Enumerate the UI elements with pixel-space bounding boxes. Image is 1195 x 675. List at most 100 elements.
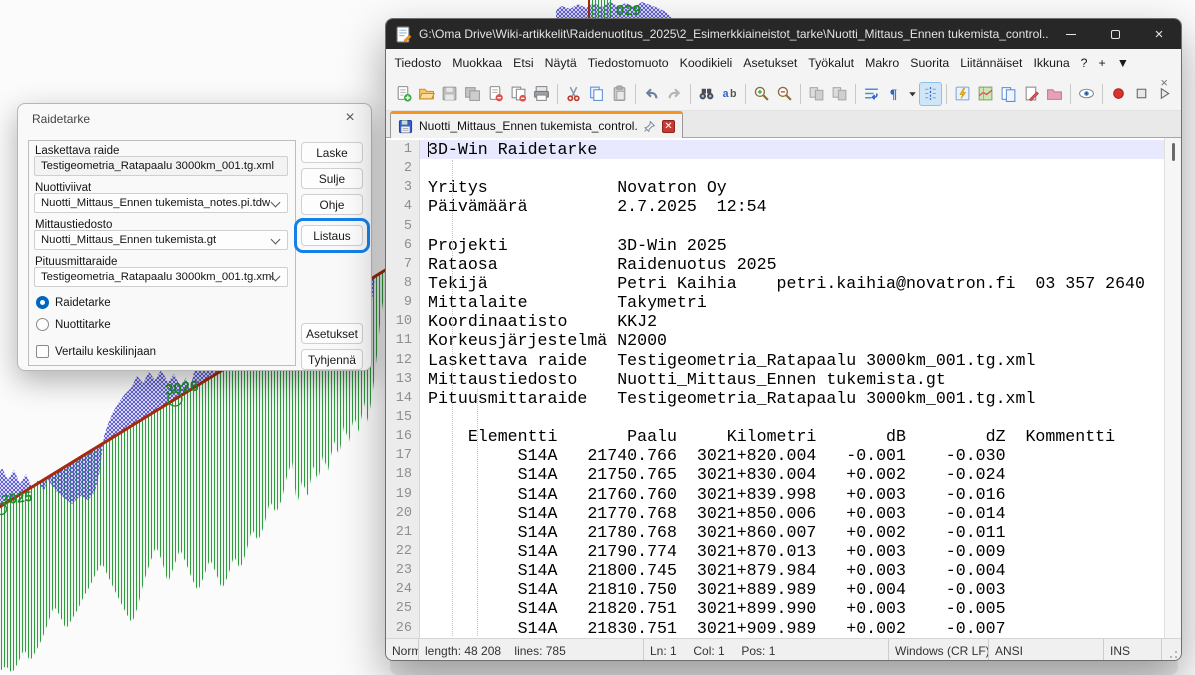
editor-line[interactable]: 8Tekijä Petri Kaihia petri.kaihia@novatr… — [386, 274, 1164, 293]
macro-stop-button[interactable] — [1130, 82, 1153, 106]
tab-nuotti-mittaus-control[interactable]: Nuotti_Mittaus_Ennen tukemista_control.t… — [390, 111, 683, 138]
editor-line[interactable]: 24 S14A 21810.750 3021+889.989 +0.004 -0… — [386, 580, 1164, 599]
folder-workspace-button[interactable] — [1043, 82, 1066, 106]
line-number: 25 — [386, 599, 420, 618]
editor-line[interactable]: 2 — [386, 159, 1164, 178]
editor-line[interactable]: 4Päivämäärä 2.7.2025 12:54 — [386, 197, 1164, 216]
editor-line[interactable]: 10Koordinaatisto KKJ2 — [386, 312, 1164, 331]
line-text — [420, 408, 1164, 427]
menu-item-+[interactable]: + — [1093, 52, 1111, 74]
editor-line[interactable]: 20 S14A 21770.768 3021+850.006 +0.003 -0… — [386, 504, 1164, 523]
doc-close-icon[interactable]: × — [1160, 75, 1168, 90]
pituusmittaraide-combo[interactable]: Testigeometria_Ratapaalu 3000km_001.tg.x… — [34, 267, 288, 287]
copy-button[interactable] — [585, 82, 608, 106]
show-symbols-button[interactable]: ¶ — [883, 82, 906, 106]
ohje-button[interactable]: Ohje — [301, 194, 363, 215]
title-bar[interactable]: G:\Oma Drive\Wiki-artikkelit\Raidenuotit… — [386, 19, 1181, 49]
zoom-out-button[interactable] — [773, 82, 796, 106]
sync-scroll-v-button — [805, 82, 828, 106]
menu-item-muokkaa[interactable]: Muokkaa — [447, 52, 508, 74]
document-list-button[interactable] — [997, 82, 1020, 106]
close-button[interactable]: × — [1137, 19, 1181, 49]
find-button[interactable] — [695, 82, 718, 106]
editor-line[interactable]: 22 S14A 21790.774 3021+870.013 +0.003 -0… — [386, 542, 1164, 561]
vertical-scrollbar[interactable] — [1164, 138, 1181, 638]
editor-line[interactable]: 11Korkeusjärjestelmä N2000 — [386, 331, 1164, 350]
menu-item-▼[interactable]: ▼ — [1111, 52, 1134, 74]
line-number: 6 — [386, 236, 420, 255]
macro-record-button[interactable] — [1107, 82, 1130, 106]
text-area[interactable]: 13D-Win Raidetarke23Yritys Novatron Oy4P… — [386, 138, 1181, 638]
laske-button[interactable]: Laske — [301, 142, 363, 163]
menu-item-tykalut[interactable]: Työkalut — [803, 52, 860, 74]
view-eye-button[interactable] — [1075, 82, 1098, 106]
editor-line[interactable]: 23 S14A 21800.745 3021+879.984 +0.003 -0… — [386, 561, 1164, 580]
menu-item-ikkuna[interactable]: Ikkuna — [1028, 52, 1075, 74]
editor-line[interactable]: 18 S14A 21750.765 3021+830.004 +0.002 -0… — [386, 465, 1164, 484]
scrollbar-thumb[interactable] — [1172, 143, 1175, 161]
menu-item-etsi[interactable]: Etsi — [508, 52, 540, 74]
editor-line[interactable]: 7Rataosa Raidenuotus 2025 — [386, 255, 1164, 274]
menu-item-tiedosto[interactable]: Tiedosto — [389, 52, 447, 74]
nuottitarke-radio[interactable]: Nuottitarke — [36, 318, 111, 331]
editor-line[interactable]: 3Yritys Novatron Oy — [386, 178, 1164, 197]
editor-line[interactable]: 6Projekti 3D-Win 2025 — [386, 236, 1164, 255]
mittaustiedosto-combo[interactable]: Nuotti_Mittaus_Ennen tukemista.gt — [34, 230, 288, 250]
menu-item-liitnniset[interactable]: Liitännäiset — [955, 52, 1028, 74]
print-button[interactable] — [530, 82, 553, 106]
editor-line[interactable]: 9Mittalaite Takymetri — [386, 293, 1164, 312]
line-number: 5 — [386, 217, 420, 236]
editor-line[interactable]: 14Pituusmittaraide Testigeometria_Ratapa… — [386, 389, 1164, 408]
editor-line[interactable]: 15 — [386, 408, 1164, 427]
editor-line[interactable]: 17 S14A 21740.766 3021+820.004 -0.001 -0… — [386, 446, 1164, 465]
resize-grip[interactable] — [1162, 639, 1181, 661]
editor-line[interactable]: 12Laskettava raide Testigeometria_Ratapa… — [386, 351, 1164, 370]
dialog-close-icon[interactable]: × — [340, 108, 360, 128]
menu-item-tiedostomuoto[interactable]: Tiedostomuoto — [582, 52, 674, 74]
symbols-dropdown-button[interactable] — [906, 82, 919, 106]
open-file-button[interactable] — [415, 82, 438, 106]
menu-item-suorita[interactable]: Suorita — [905, 52, 955, 74]
function-list-button[interactable] — [951, 82, 974, 106]
editor-line[interactable]: 13Mittaustiedosto Nuotti_Mittaus_Ennen t… — [386, 370, 1164, 389]
indent-guide-button[interactable] — [919, 82, 942, 106]
editor-line[interactable]: 25 S14A 21820.751 3021+899.990 +0.003 -0… — [386, 599, 1164, 618]
minimize-button[interactable] — [1049, 19, 1093, 49]
menu-item-koodikieli[interactable]: Koodikieli — [674, 52, 738, 74]
menu-item-nyt[interactable]: Näytä — [539, 52, 582, 74]
menu-item-makro[interactable]: Makro — [860, 52, 905, 74]
status-insert-mode[interactable]: INS — [1104, 639, 1162, 661]
editor-line[interactable]: 13D-Win Raidetarke — [386, 140, 1164, 159]
word-wrap-button[interactable] — [860, 82, 883, 106]
close-all-button[interactable] — [507, 82, 530, 106]
laskettava-raide-field[interactable]: Testigeometria_Ratapaalu 3000km_001.tg.x… — [34, 156, 288, 176]
tab-close-icon[interactable]: ✕ — [662, 120, 675, 133]
nuottiviivat-combo[interactable]: Nuotti_Mittaus_Ennen tukemista_notes.pi.… — [34, 193, 288, 213]
new-file-button[interactable] — [392, 82, 415, 106]
menu-item-?[interactable]: ? — [1075, 52, 1093, 74]
pin-icon[interactable] — [643, 120, 656, 133]
file-browser-button[interactable] — [1020, 82, 1043, 106]
vertailu-keskilinjaan-checkbox[interactable]: Vertailu keskilinjaan — [36, 345, 156, 358]
document-map-button[interactable] — [974, 82, 997, 106]
maximize-button[interactable] — [1093, 19, 1137, 49]
cut-button[interactable] — [562, 82, 585, 106]
tyhjenna-button[interactable]: Tyhjennä — [301, 349, 363, 370]
asetukset-button[interactable]: Asetukset — [301, 323, 363, 344]
editor-line[interactable]: 5 — [386, 217, 1164, 236]
replace-button[interactable]: ab — [718, 82, 741, 106]
editor-line[interactable]: 26 S14A 21830.751 3021+909.989 +0.002 -0… — [386, 619, 1164, 638]
raidetarke-radio[interactable]: Raidetarke — [36, 296, 111, 309]
editor-line[interactable]: 19 S14A 21760.760 3021+839.998 +0.003 -0… — [386, 485, 1164, 504]
editor-line[interactable]: 21 S14A 21780.768 3021+860.007 +0.002 -0… — [386, 523, 1164, 542]
file-browser-icon — [1023, 85, 1040, 102]
undo-button[interactable] — [640, 82, 663, 106]
menu-item-asetukset[interactable]: Asetukset — [738, 52, 803, 74]
line-text: Rataosa Raidenuotus 2025 — [420, 255, 1164, 274]
sulje-button[interactable]: Sulje — [301, 168, 363, 189]
status-eol-format[interactable]: Windows (CR LF) — [889, 639, 989, 661]
zoom-in-button[interactable] — [750, 82, 773, 106]
close-file-button[interactable] — [484, 82, 507, 106]
editor-line[interactable]: 16 Elementti Paalu Kilometri dB dZ Komme… — [386, 427, 1164, 446]
status-encoding[interactable]: ANSI — [989, 639, 1104, 661]
